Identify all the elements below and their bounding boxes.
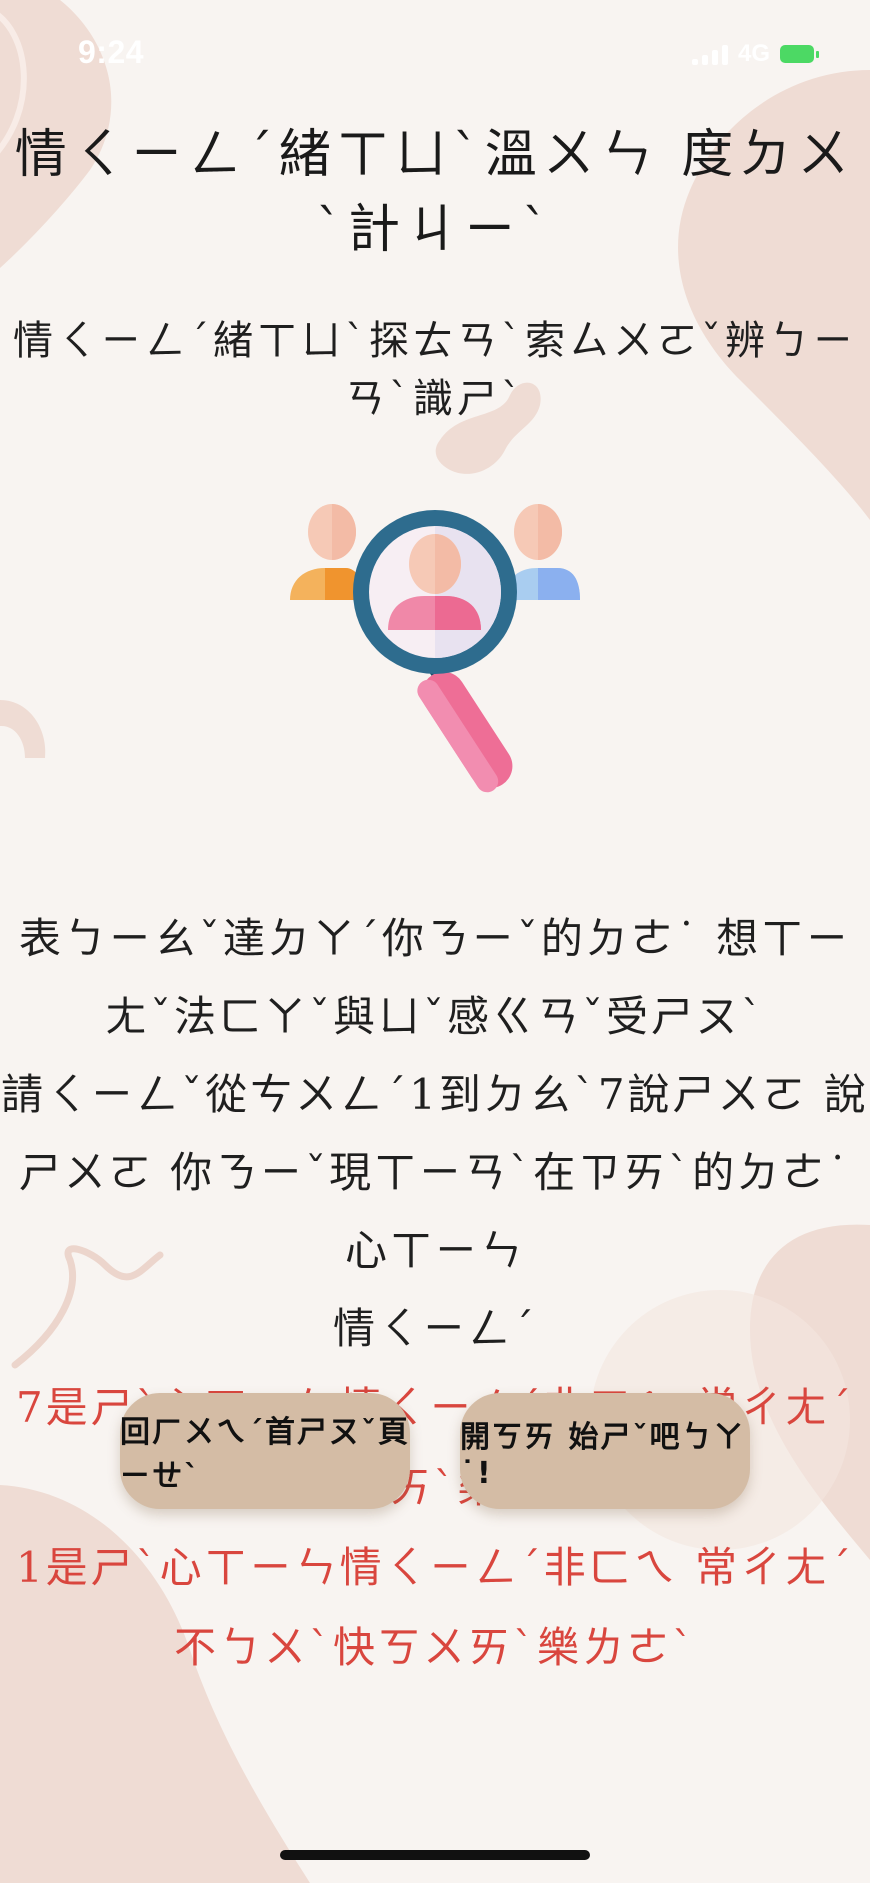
button-row: 回ㄏㄨㄟˊ首ㄕㄡˇ頁ㄧㄝˋ 開ㄎㄞ 始ㄕˇ吧ㄅㄚ˙! bbox=[120, 1393, 750, 1509]
instruction-line-1: 表ㄅㄧㄠˇ達ㄉㄚˊ你ㄋㄧˇ的ㄉㄜ˙ 想ㄒㄧㄤˇ法ㄈㄚˇ與ㄩˇ感ㄍㄢˇ受ㄕㄡˋ bbox=[18, 914, 852, 1041]
network-label: 4G bbox=[737, 40, 770, 67]
page-title: 情ㄑㄧㄥˊ緒ㄒㄩˋ溫ㄨㄣ 度ㄉㄨˋ計ㄐㄧˋ bbox=[14, 125, 856, 260]
scale-low-note: 1是ㄕˋ心ㄒㄧㄣ情ㄑㄧㄥˊ非ㄈㄟ 常ㄔㄤˊ不ㄅㄨˋ快ㄎㄨㄞˋ樂ㄌㄜˋ bbox=[15, 1543, 855, 1672]
home-button[interactable]: 回ㄏㄨㄟˊ首ㄕㄡˇ頁ㄧㄝˋ bbox=[120, 1393, 410, 1509]
magnifier-people-icon bbox=[285, 500, 585, 800]
start-button[interactable]: 開ㄎㄞ 始ㄕˇ吧ㄅㄚ˙! bbox=[460, 1393, 750, 1509]
status-time: 9:24 bbox=[78, 34, 145, 70]
section-subtitle: 情ㄑㄧㄥˊ緒ㄒㄩˋ探ㄊㄢˋ索ㄙㄨㄛˇ辨ㄅㄧㄢˋ識ㄕˋ bbox=[13, 318, 857, 422]
status-bar: 9:24 4G bbox=[0, 0, 870, 110]
signal-icon bbox=[691, 43, 728, 65]
home-indicator[interactable] bbox=[280, 1850, 590, 1860]
instruction-line-2: 請ㄑㄧㄥˇ從ㄘㄨㄥˊ1到ㄉㄠˋ7說ㄕㄨㄛ 說ㄕㄨㄛ 你ㄋㄧˇ現ㄒㄧㄢˋ在ㄗㄞˋ的… bbox=[1, 1070, 869, 1275]
status-indicators: 4G bbox=[691, 40, 819, 68]
instructions: 表ㄅㄧㄠˇ達ㄉㄚˊ你ㄋㄧˇ的ㄉㄜ˙ 想ㄒㄧㄤˇ法ㄈㄚˇ與ㄩˇ感ㄍㄢˇ受ㄕㄡˋ 請… bbox=[0, 900, 870, 1688]
battery-icon bbox=[780, 45, 819, 63]
instruction-line-3: 情ㄑㄧㄥˊ bbox=[332, 1304, 537, 1353]
